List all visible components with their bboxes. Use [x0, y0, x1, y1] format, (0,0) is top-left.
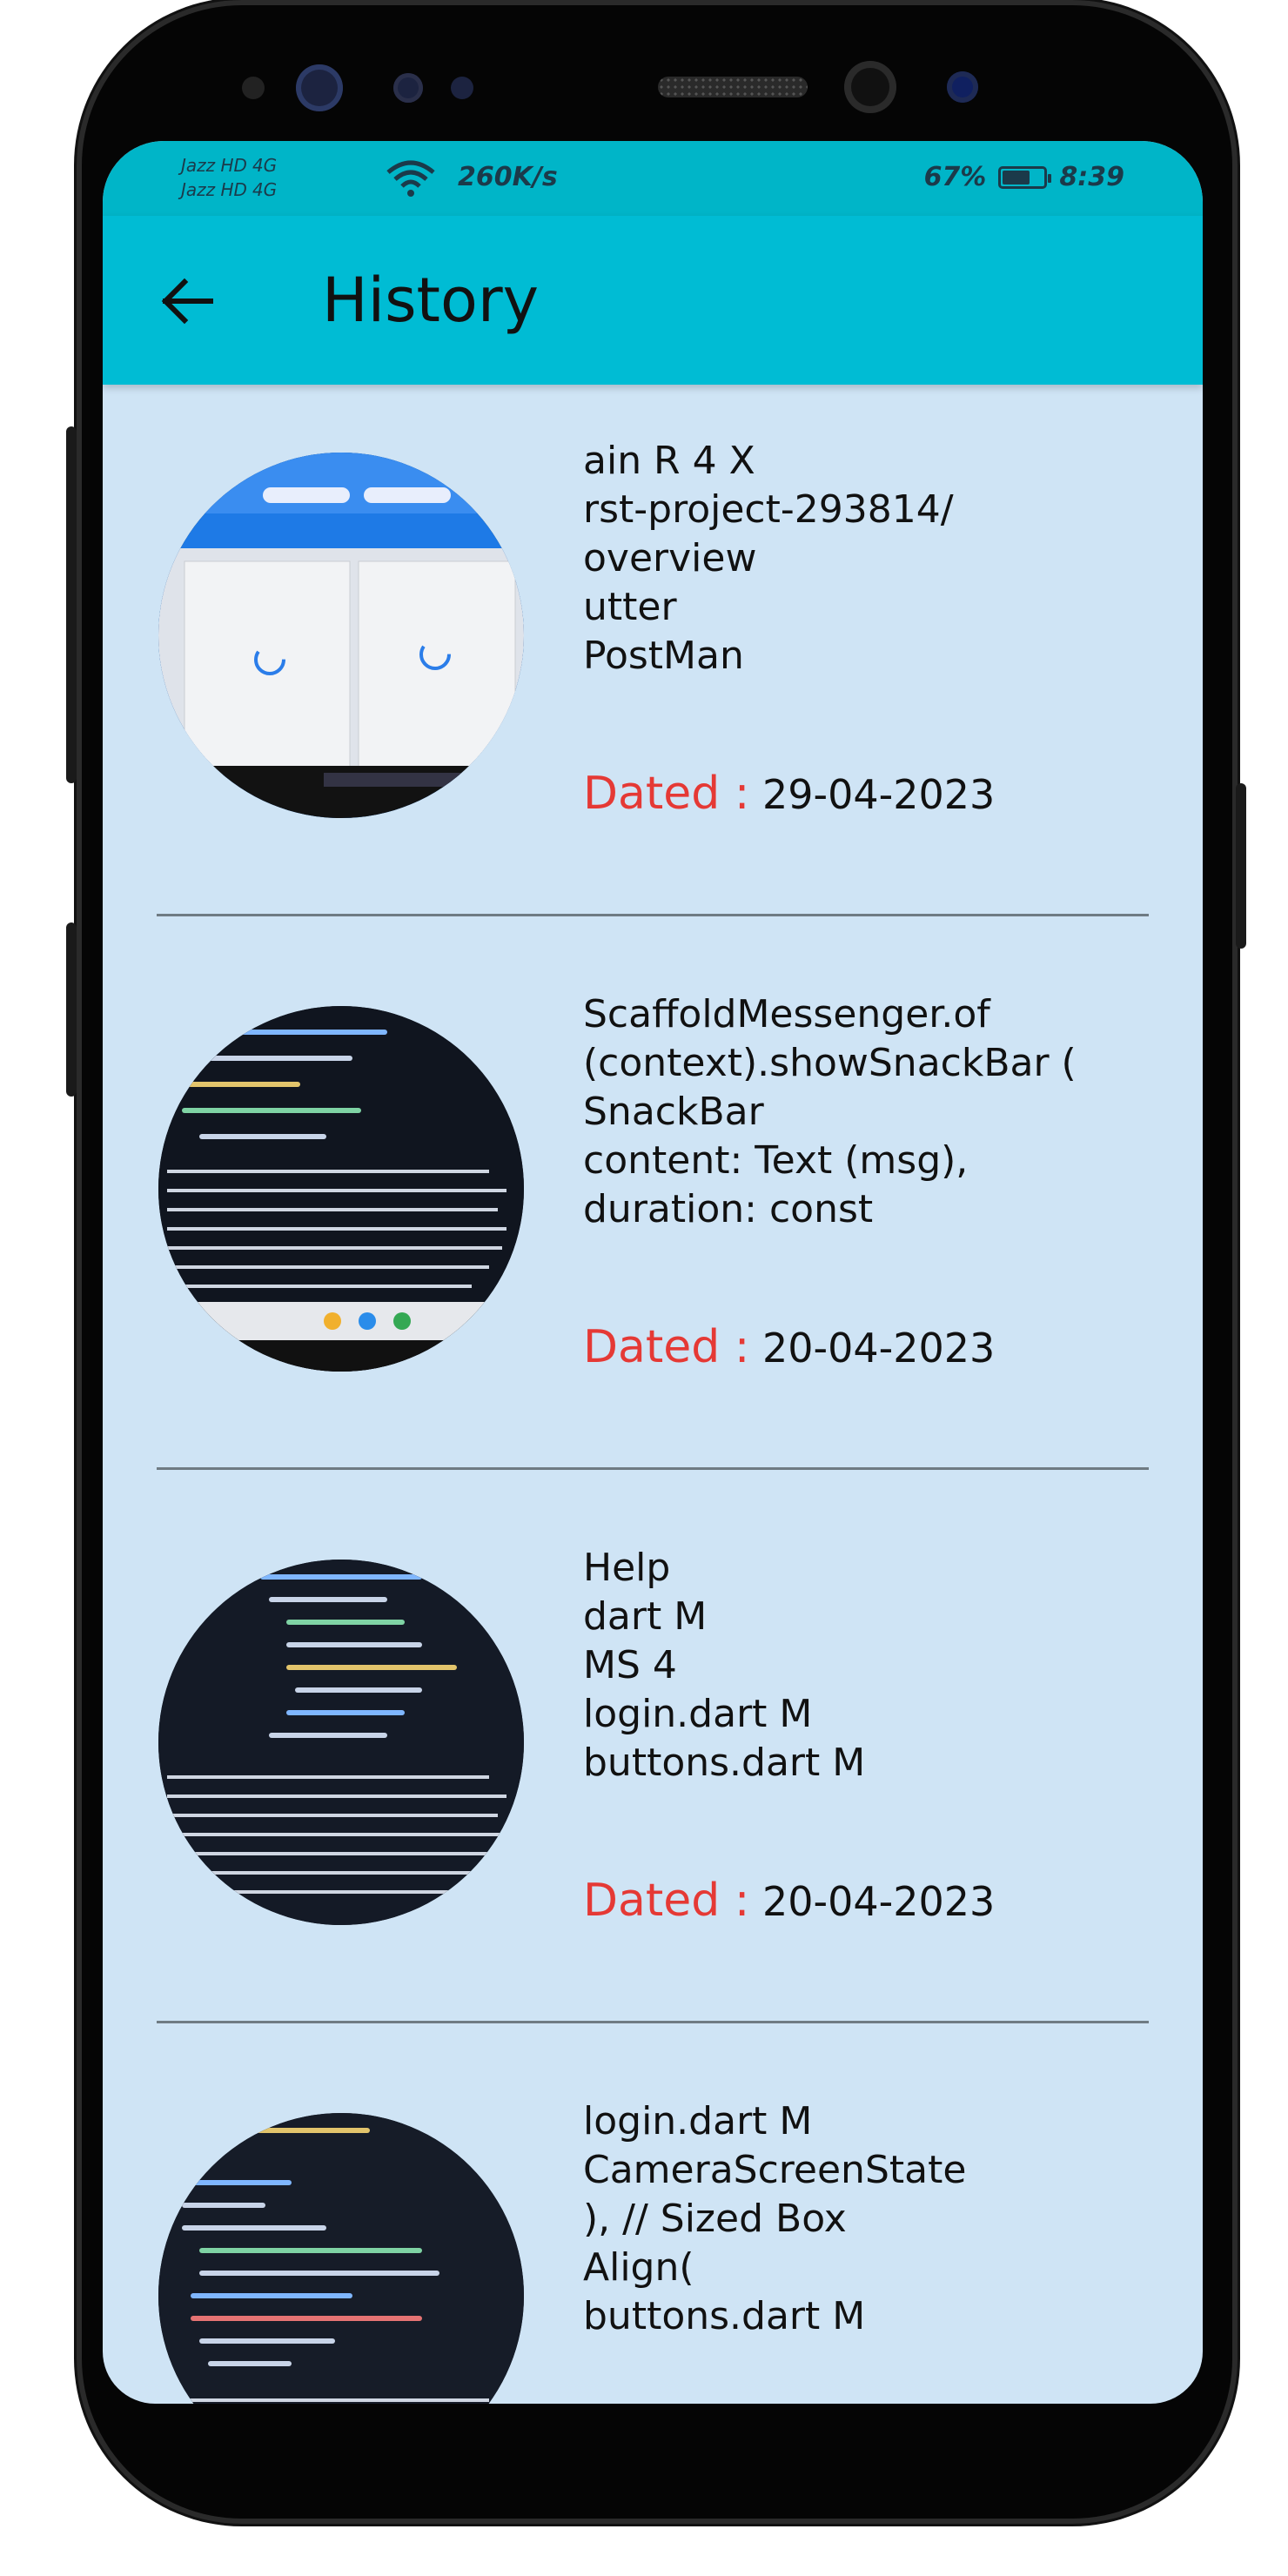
- dated-label: Dated :: [583, 1875, 750, 1927]
- status-bar: Jazz HD 4G Jazz HD 4G 260K/s 67% 8:39: [103, 141, 1203, 216]
- history-item[interactable]: ain R 4 X rst-project-293814/ overview u…: [103, 385, 1203, 938]
- dated-label: Dated :: [583, 1321, 750, 1373]
- dated-label: Dated :: [583, 768, 750, 820]
- text-line: buttons.dart M: [583, 1741, 866, 1785]
- history-item-text: Help dart M MS 4 login.dart M buttons.da…: [583, 1544, 1157, 1788]
- text-line: login.dart M: [583, 1692, 813, 1736]
- history-date: Dated : 20-04-2023: [583, 1875, 995, 1927]
- battery-level: [1003, 170, 1030, 184]
- text-line: utter: [583, 585, 677, 629]
- front-camera-icon: [296, 64, 343, 111]
- text-line: login.dart M: [583, 2099, 813, 2143]
- history-item-text: ain R 4 X rst-project-293814/ overview u…: [583, 437, 1157, 681]
- history-item[interactable]: ScaffoldMessenger.of (context).showSnack…: [103, 938, 1203, 1492]
- sensor-icon: [451, 77, 473, 99]
- date-value: 29-04-2023: [761, 771, 996, 818]
- battery-percent: 67%: [923, 162, 987, 192]
- text-line: CameraScreenState: [583, 2148, 967, 2192]
- history-thumbnail: [158, 2113, 524, 2404]
- side-key: [1236, 783, 1246, 949]
- text-line: duration: const: [583, 1187, 874, 1231]
- network-speed: 260K/s: [458, 162, 558, 192]
- text-line: SnackBar: [583, 1090, 764, 1134]
- divider: [157, 2021, 1149, 2023]
- status-right: 67% 8:39: [924, 162, 1124, 192]
- text-line: ), // Sized Box: [583, 2197, 847, 2241]
- arrow-left-icon[interactable]: [158, 273, 214, 329]
- text-line: content: Text (msg),: [583, 1138, 969, 1183]
- divider: [157, 914, 1149, 916]
- sensor-icon: [242, 77, 265, 99]
- date-value: 20-04-2023: [761, 1325, 996, 1372]
- text-line: overview: [583, 536, 757, 580]
- page-title: History: [322, 265, 540, 336]
- carrier-1: Jazz HD: [181, 155, 247, 176]
- sensor-icon: [393, 73, 423, 103]
- power-button: [66, 922, 77, 1097]
- text-line: (context).showSnackBar (: [583, 1041, 1077, 1085]
- earpiece-speaker: [658, 77, 808, 97]
- history-thumbnail: [158, 453, 524, 818]
- history-thumbnail: [158, 1560, 524, 1925]
- text-line: MS 4: [583, 1643, 677, 1687]
- text-line: Align(: [583, 2245, 694, 2290]
- network-1: 4G: [252, 155, 278, 176]
- network-2: 4G: [252, 179, 278, 200]
- history-thumbnail: [158, 1006, 524, 1372]
- divider: [157, 1467, 1149, 1470]
- clock: 8:39: [1059, 162, 1124, 192]
- text-line: PostMan: [583, 634, 744, 678]
- wifi-icon: [386, 160, 435, 197]
- history-date: Dated : 20-04-2023: [583, 1321, 995, 1373]
- history-date: Dated : 29-04-2023: [583, 768, 995, 820]
- app-bar: History: [103, 216, 1203, 385]
- volume-button: [66, 426, 77, 783]
- screen: Jazz HD 4G Jazz HD 4G 260K/s 67% 8:39 Hist…: [103, 141, 1203, 2404]
- text-line: dart M: [583, 1594, 708, 1639]
- history-item-text: login.dart M CameraScreenState ), // Siz…: [583, 2097, 1157, 2341]
- battery-icon: [998, 165, 1052, 189]
- date-value: 20-04-2023: [761, 1878, 996, 1925]
- front-sensor-bar: [77, 0, 1238, 139]
- text-line: rst-project-293814/: [583, 487, 954, 532]
- carrier-info: Jazz HD 4G Jazz HD 4G: [181, 153, 277, 202]
- text-line: ScaffoldMessenger.of: [583, 992, 990, 1036]
- carrier-2: Jazz HD: [181, 179, 247, 200]
- sensor-icon: [947, 71, 978, 103]
- history-item[interactable]: login.dart M CameraScreenState ), // Siz…: [103, 2045, 1203, 2404]
- rear-camera-icon: [844, 61, 896, 113]
- history-item[interactable]: Help dart M MS 4 login.dart M buttons.da…: [103, 1492, 1203, 2045]
- text-line: Help: [583, 1546, 671, 1590]
- history-item-text: ScaffoldMessenger.of (context).showSnack…: [583, 990, 1157, 1234]
- text-line: ain R 4 X: [583, 439, 755, 483]
- text-line: buttons.dart M: [583, 2294, 866, 2338]
